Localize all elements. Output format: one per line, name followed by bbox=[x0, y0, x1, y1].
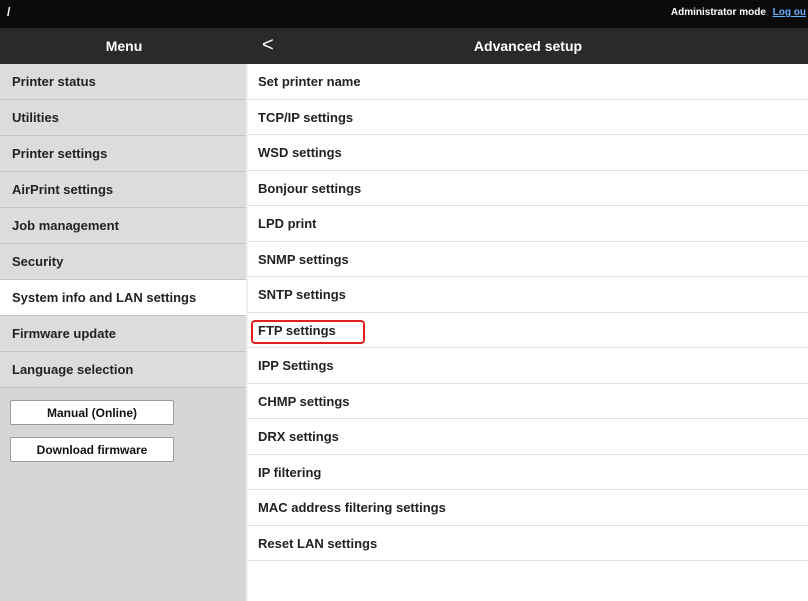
setup-item-label: MAC address filtering settings bbox=[258, 500, 446, 515]
setup-item-label: TCP/IP settings bbox=[258, 109, 354, 125]
setup-item-label: LPD print bbox=[258, 216, 317, 231]
setup-item-label: DRX settings bbox=[258, 429, 339, 444]
setup-item-mac-address-filtering[interactable]: MAC address filtering settings bbox=[248, 490, 808, 526]
setup-item-ip-filtering[interactable]: IP filtering bbox=[248, 455, 808, 490]
mode-area: Administrator mode Log ou bbox=[671, 7, 806, 18]
setup-item-set-printer-name[interactable]: Set printer name bbox=[248, 64, 808, 100]
setup-item-chmp-settings[interactable]: CHMP settings bbox=[248, 384, 808, 419]
setup-item-label: Bonjour settings bbox=[258, 180, 362, 196]
setup-item-label: Set printer name bbox=[258, 74, 361, 89]
left-menu: Printer status Utilities Printer setting… bbox=[0, 64, 246, 601]
setup-item-label: SNTP settings bbox=[258, 287, 346, 302]
top-bar: / Administrator mode Log ou bbox=[0, 0, 808, 28]
panel-title: Advanced setup bbox=[473, 38, 583, 54]
setup-item-wsd-settings[interactable]: WSD settings bbox=[248, 135, 808, 171]
setup-item-bonjour-settings[interactable]: Bonjour settings bbox=[248, 171, 808, 206]
admin-mode-label: Administrator mode bbox=[670, 7, 766, 18]
menu-item-printer-settings[interactable]: Printer settings bbox=[0, 136, 246, 172]
back-arrow-icon[interactable]: < bbox=[262, 28, 274, 64]
menu-item-language-selection[interactable]: Language selection bbox=[0, 352, 246, 388]
setup-item-drx-settings[interactable]: DRX settings bbox=[248, 419, 808, 455]
menu-item-utilities[interactable]: Utilities bbox=[0, 100, 246, 136]
setup-item-label: WSD settings bbox=[258, 145, 342, 160]
printer-web-ui: / Administrator mode Log ou Menu < Advan… bbox=[0, 0, 808, 601]
setup-item-lpd-print[interactable]: LPD print bbox=[248, 206, 808, 242]
menu-item-security[interactable]: Security bbox=[0, 244, 246, 280]
menu-buttons: Manual (Online) Download firmware bbox=[0, 388, 246, 462]
setup-item-tcpip-settings[interactable]: TCP/IP settings bbox=[248, 100, 808, 135]
manual-online-button[interactable]: Manual (Online) bbox=[10, 400, 174, 425]
breadcrumb-slash: / bbox=[7, 5, 11, 19]
setup-item-sntp-settings[interactable]: SNTP settings bbox=[248, 277, 808, 313]
menu-item-printer-status[interactable]: Printer status bbox=[0, 64, 246, 100]
setup-item-ipp-settings[interactable]: IPP Settings bbox=[248, 348, 808, 384]
setup-item-label: IP filtering bbox=[258, 464, 322, 480]
setup-item-snmp-settings[interactable]: SNMP settings bbox=[248, 242, 808, 277]
menu-title: Menu bbox=[105, 38, 143, 54]
setup-item-reset-lan-settings[interactable]: Reset LAN settings bbox=[248, 526, 808, 561]
setup-item-label: Reset LAN settings bbox=[258, 535, 378, 551]
setup-item-label: IPP Settings bbox=[258, 358, 334, 373]
setup-item-ftp-settings[interactable]: FTP settings bbox=[248, 313, 808, 348]
menu-item-system-info-lan[interactable]: System info and LAN settings bbox=[0, 280, 246, 316]
menu-item-job-management[interactable]: Job management bbox=[0, 208, 246, 244]
menu-item-firmware-update[interactable]: Firmware update bbox=[0, 316, 246, 352]
setup-item-label: SNMP settings bbox=[258, 251, 349, 267]
setup-item-label: CHMP settings bbox=[258, 393, 350, 409]
menu-item-airprint-settings[interactable]: AirPrint settings bbox=[0, 172, 246, 208]
advanced-setup-list: Set printer name TCP/IP settings WSD set… bbox=[248, 64, 808, 601]
logout-link[interactable]: Log ou bbox=[773, 7, 806, 18]
download-firmware-button[interactable]: Download firmware bbox=[10, 437, 174, 462]
setup-item-label: FTP settings bbox=[251, 313, 365, 348]
header-bar: Menu < Advanced setup bbox=[0, 28, 808, 64]
